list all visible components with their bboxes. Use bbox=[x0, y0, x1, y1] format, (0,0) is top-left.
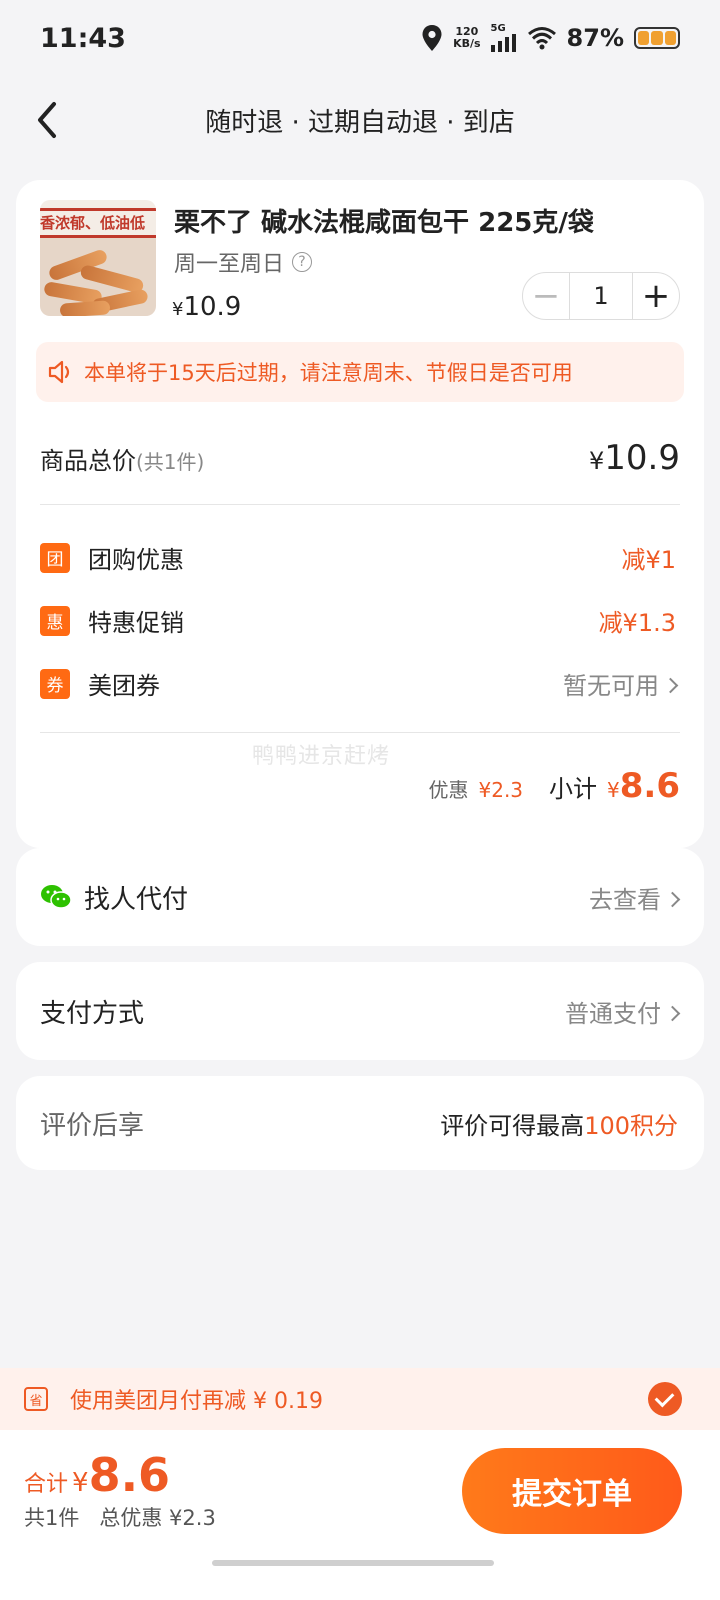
status-bar: 11:43 120 KB/s 5G 87% bbox=[0, 0, 720, 76]
pay-for-me-action: 去查看 bbox=[589, 880, 681, 915]
chevron-right-icon bbox=[664, 891, 681, 907]
increase-button[interactable]: + bbox=[633, 273, 679, 319]
divider bbox=[40, 504, 680, 505]
chevron-right-icon bbox=[662, 677, 679, 694]
promo-text: 使用美团月付再减 ¥ 0.19 bbox=[70, 1389, 323, 1414]
status-time: 11:43 bbox=[40, 22, 126, 54]
total-value: ¥10.9 bbox=[589, 438, 680, 478]
subtotal: 优惠 ¥2.3 小计 ¥8.6 bbox=[428, 766, 681, 806]
wechat-icon bbox=[41, 885, 72, 909]
status-icons: 120 KB/s 5G 87% bbox=[421, 24, 680, 52]
location-icon bbox=[422, 25, 442, 51]
help-icon[interactable]: ? bbox=[292, 252, 313, 272]
thumbnail-banner: 香浓郁、低油低 bbox=[40, 208, 156, 238]
page-title: 随时退 · 过期自动退 · 到店 bbox=[205, 107, 515, 138]
expiry-notice: 本单将于15天后过期，请注意周末、节假日是否可用 bbox=[36, 342, 684, 402]
review-label: 评价后享 bbox=[40, 1110, 145, 1141]
discount-label: 团购优惠 bbox=[88, 546, 184, 574]
speaker-icon bbox=[48, 360, 70, 384]
coupon-row[interactable]: 券美团券 暂无可用 bbox=[40, 666, 679, 701]
payment-method-label: 支付方式 bbox=[40, 998, 145, 1029]
product-validity: 周一至周日 ? bbox=[174, 246, 313, 278]
payment-method-value: 普通支付 bbox=[565, 994, 681, 1029]
product-price: ¥10.9 bbox=[172, 292, 242, 322]
checkout-footer: 合计 ¥ 8.6 共1件 总优惠 ¥2.3 提交订单 bbox=[0, 1430, 720, 1600]
special-badge-icon: 惠 bbox=[40, 605, 70, 636]
pay-for-me-card[interactable]: 找人代付 去查看 bbox=[16, 848, 704, 946]
nav-bar: 随时退 · 过期自动退 · 到店 bbox=[0, 90, 720, 150]
order-card: 香浓郁、低油低 栗不了 碱水法棍咸面包干 225克/袋 周一至周日 ? ¥10.… bbox=[16, 180, 704, 848]
total-row: 商品总价(共1件) ¥10.9 bbox=[40, 438, 680, 478]
monthly-pay-promo[interactable]: 省 使用美团月付再减 ¥ 0.19 bbox=[0, 1368, 720, 1430]
total-label: 商品总价(共1件) bbox=[40, 446, 205, 475]
back-arrow-icon[interactable] bbox=[32, 98, 72, 142]
group-badge-icon: 团 bbox=[40, 542, 70, 573]
order-total: 合计 ¥ 8.6 bbox=[24, 1448, 171, 1502]
discount-value: 减¥1.3 bbox=[598, 609, 676, 637]
divider bbox=[40, 732, 680, 733]
review-reward: 评价可得最高100积分 bbox=[440, 1111, 678, 1140]
quantity-stepper: − 1 + bbox=[522, 272, 680, 320]
chevron-right-icon bbox=[664, 1005, 681, 1021]
save-icon: 省 bbox=[24, 1387, 48, 1411]
coupon-badge-icon: 券 bbox=[40, 668, 70, 699]
pay-for-me-label: 找人代付 bbox=[84, 884, 189, 915]
review-reward-card: 评价后享 评价可得最高100积分 bbox=[16, 1076, 704, 1170]
submit-order-button[interactable]: 提交订单 bbox=[462, 1448, 682, 1534]
discount-label: 特惠促销 bbox=[88, 609, 184, 637]
home-indicator[interactable] bbox=[212, 1560, 494, 1566]
coupon-status: 暂无可用 bbox=[563, 666, 679, 701]
discount-label: 美团券 bbox=[88, 672, 160, 700]
discount-row-special: 惠特惠促销 减¥1.3 bbox=[40, 603, 676, 638]
decrease-button[interactable]: − bbox=[523, 273, 569, 319]
expiry-notice-text: 本单将于15天后过期，请注意周末、节假日是否可用 bbox=[84, 361, 573, 385]
watermark: 鸭鸭进京赶烤 bbox=[252, 744, 391, 769]
payment-method-card[interactable]: 支付方式 普通支付 bbox=[16, 962, 704, 1060]
discount-row-group: 团团购优惠 减¥1 bbox=[40, 540, 676, 575]
checkmark-icon[interactable] bbox=[648, 1382, 682, 1416]
signal-icon: 5G bbox=[490, 24, 517, 52]
product-name: 栗不了 碱水法棍咸面包干 225克/袋 bbox=[174, 208, 594, 238]
battery-icon bbox=[634, 27, 680, 49]
product-thumbnail[interactable]: 香浓郁、低油低 bbox=[40, 200, 156, 316]
discount-value: 减¥1 bbox=[621, 546, 676, 574]
battery-percent: 87% bbox=[566, 24, 624, 52]
order-meta: 共1件 总优惠 ¥2.3 bbox=[24, 1506, 216, 1530]
quantity-value[interactable]: 1 bbox=[569, 273, 633, 319]
wifi-icon bbox=[527, 27, 556, 50]
network-speed: 120 KB/s bbox=[453, 25, 481, 50]
